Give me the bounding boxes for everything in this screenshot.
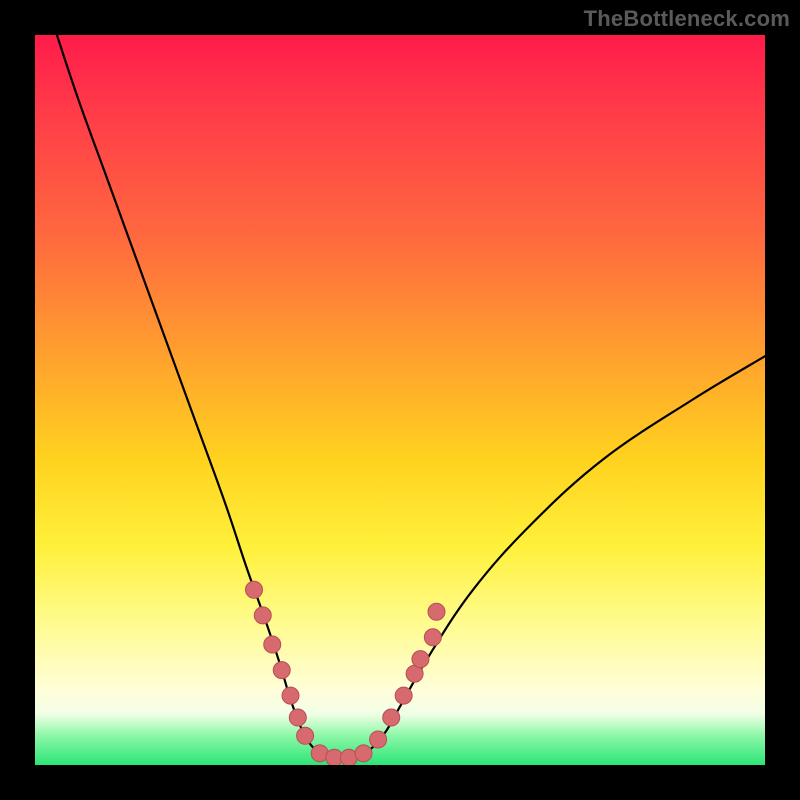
curve-marker <box>264 636 281 653</box>
curve-markers <box>246 581 446 765</box>
curve-marker <box>370 731 387 748</box>
watermark-text: TheBottleneck.com <box>584 6 790 32</box>
curve-marker <box>383 709 400 726</box>
curve-marker <box>297 727 314 744</box>
curve-marker <box>254 607 271 624</box>
curve-marker <box>282 687 299 704</box>
curve-marker <box>246 581 263 598</box>
bottleneck-curve <box>57 35 765 758</box>
curve-marker <box>412 651 429 668</box>
curve-layer <box>35 35 765 765</box>
curve-marker <box>355 745 372 762</box>
curve-marker <box>424 629 441 646</box>
curve-marker <box>289 709 306 726</box>
plot-area <box>35 35 765 765</box>
curve-marker <box>428 603 445 620</box>
curve-marker <box>273 662 290 679</box>
curve-marker <box>395 687 412 704</box>
chart-stage: TheBottleneck.com <box>0 0 800 800</box>
